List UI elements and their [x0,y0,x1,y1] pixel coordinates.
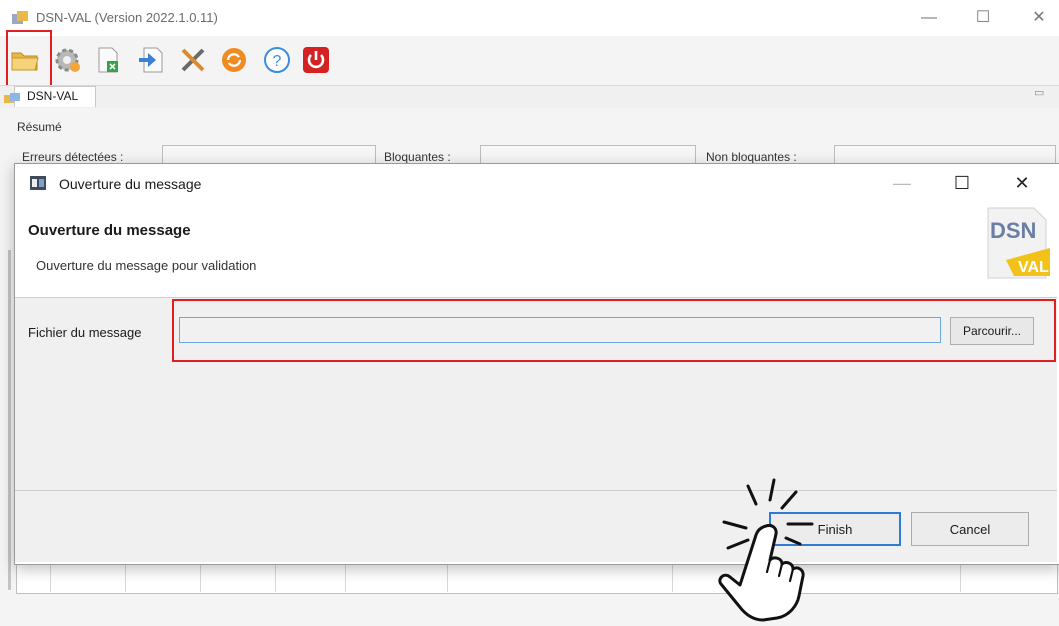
settings-gear-icon[interactable] [52,45,82,75]
file-field-highlight [172,299,1056,362]
non-blocking-label: Non bloquantes : [706,150,797,164]
dialog-title: Ouverture du message [59,176,202,192]
left-scrollbar[interactable] [8,250,11,590]
view-minimize-icon[interactable]: ▭ [1034,86,1044,99]
dialog-minimize-button[interactable]: — [884,168,920,198]
refresh-icon[interactable] [219,45,249,75]
click-pointer-hand-icon [718,478,814,622]
logo-text-val: VAL [1018,259,1049,276]
dialog-heading: Ouverture du message [28,222,191,239]
window-minimize-button[interactable]: — [913,6,945,30]
blocking-label: Bloquantes : [384,150,451,164]
logo-text-dsn: DSN [990,218,1036,243]
window-close-button[interactable]: ✕ [1023,6,1055,30]
summary-section-label: Résumé [17,120,62,134]
dsn-val-logo: DSN VAL [987,207,1050,279]
export-document-icon[interactable] [93,45,123,75]
errors-label: Erreurs détectées : [22,150,124,164]
import-arrow-icon[interactable] [136,45,166,75]
window-title: DSN-VAL (Version 2022.1.0.11) [36,10,218,25]
help-icon[interactable]: ? [262,45,292,75]
dialog-maximize-button[interactable]: ☐ [944,168,980,198]
dialog-window-icon [30,176,46,190]
cancel-button[interactable]: Cancel [911,512,1029,546]
view-tab-icon [4,93,20,103]
power-icon[interactable] [301,45,331,75]
window-maximize-button[interactable]: ☐ [967,6,999,30]
tools-icon[interactable] [178,45,208,75]
view-tab-label: DSN-VAL [27,89,79,103]
svg-text:?: ? [273,53,282,70]
app-icon [12,11,28,24]
dialog-close-button[interactable]: ✕ [1004,168,1040,198]
view-tab-bar [0,85,1059,109]
dialog-description: Ouverture du message pour validation [36,258,257,273]
file-field-label: Fichier du message [28,325,142,340]
